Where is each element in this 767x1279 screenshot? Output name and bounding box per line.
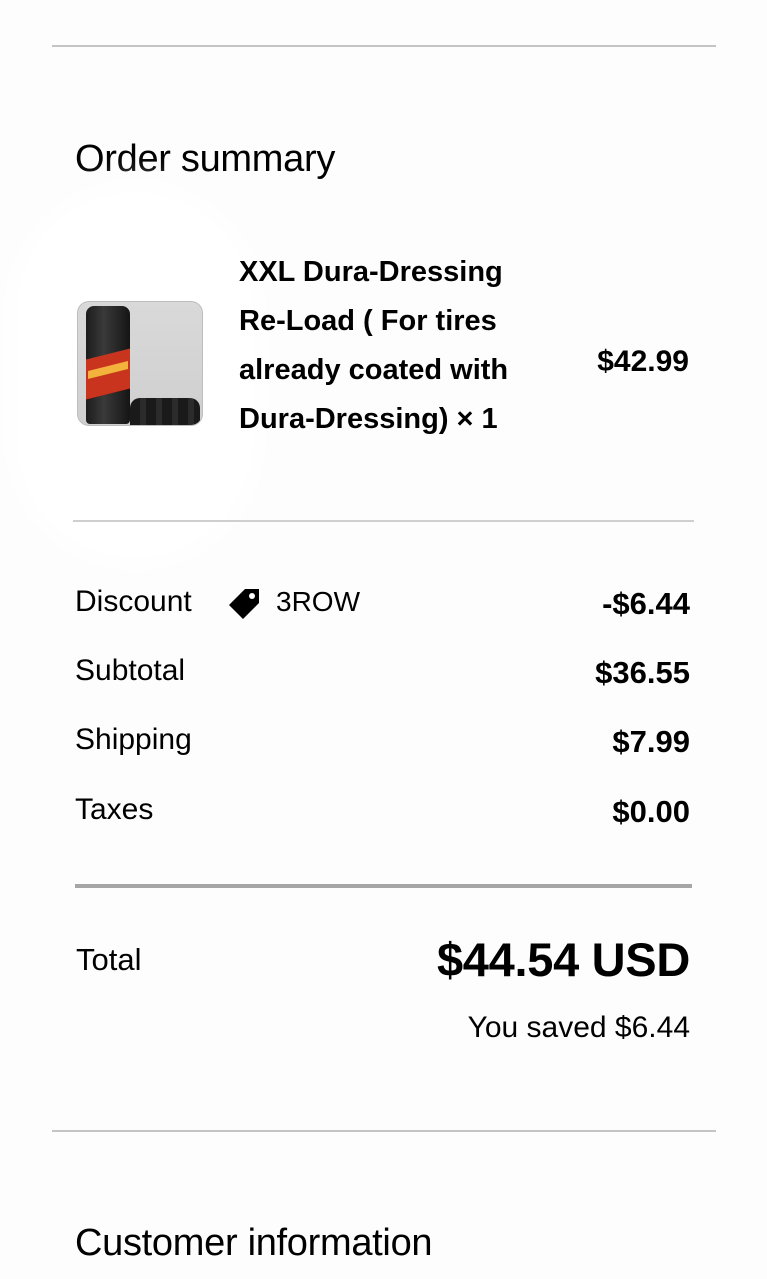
shipping-label: Shipping — [75, 723, 192, 756]
taxes-label: Taxes — [75, 793, 154, 826]
applicator-pad-graphic — [130, 398, 200, 425]
savings-text: You saved $6.44 — [467, 1011, 690, 1044]
taxes-amount: $0.00 — [612, 794, 690, 829]
bottom-divider — [52, 1130, 716, 1132]
subtotal-label: Subtotal — [75, 654, 186, 687]
discount-label: Discount — [75, 585, 192, 618]
top-divider — [52, 45, 716, 47]
product-price: $42.99 — [597, 345, 689, 378]
discount-amount: -$6.44 — [602, 586, 690, 621]
discount-code: 3ROW — [276, 586, 360, 617]
customer-information-title: Customer information — [75, 1222, 433, 1264]
total-label: Total — [76, 942, 142, 977]
tag-icon — [229, 589, 259, 619]
subtotal-amount: $36.55 — [595, 655, 690, 690]
discount-row: Discount 3ROW -$6.44 — [75, 582, 690, 622]
product-name: XXL Dura-Dressing Re-Load ( For tires al… — [239, 256, 509, 435]
total-amount: $44.54 USD — [436, 933, 690, 986]
taxes-row: Taxes $0.00 — [75, 790, 690, 830]
line-items-divider — [73, 520, 694, 522]
shipping-amount: $7.99 — [612, 724, 690, 759]
subtotal-row: Subtotal $36.55 — [75, 651, 690, 691]
order-summary-title: Order summary — [75, 138, 336, 180]
product-image — [77, 301, 203, 426]
shipping-row: Shipping $7.99 — [75, 720, 690, 760]
total-divider — [75, 884, 692, 888]
